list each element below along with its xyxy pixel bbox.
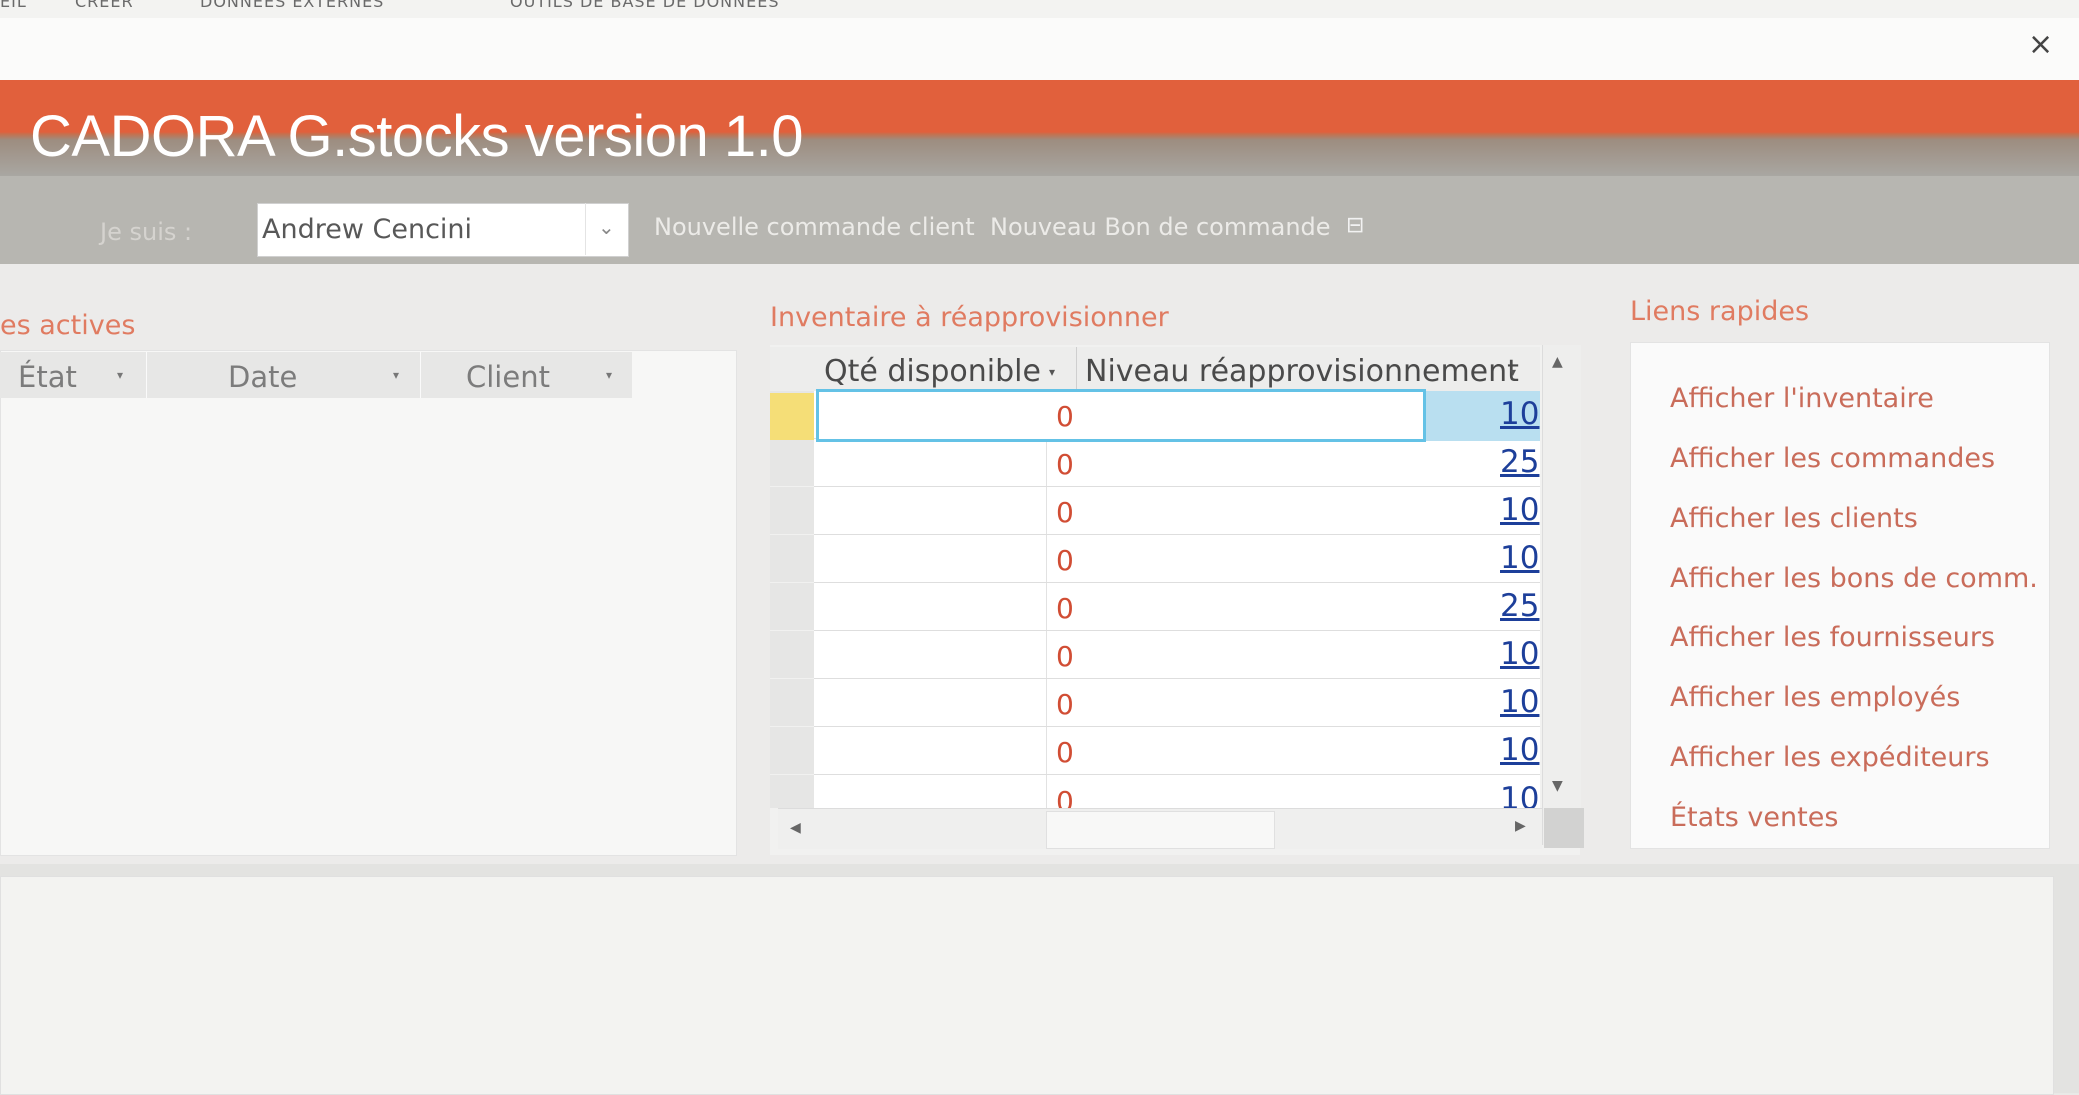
- column-header-qty[interactable]: Qté disponible: [824, 354, 1041, 389]
- user-combobox-value[interactable]: Andrew Cencini: [262, 214, 472, 245]
- table-row[interactable]: [770, 727, 1540, 775]
- partial-row-clip: 0 10: [1000, 775, 1540, 808]
- reorder-level-cell[interactable]: 10: [1500, 684, 1539, 720]
- current-record-marker: [770, 393, 814, 440]
- reorder-level-cell[interactable]: 10: [1500, 732, 1539, 768]
- column-divider: [1076, 347, 1077, 391]
- close-icon[interactable]: ×: [2028, 30, 2053, 60]
- qty-cell[interactable]: 0: [1056, 544, 1074, 577]
- app-title: CADORA G.stocks version 1.0: [30, 104, 803, 169]
- quick-links-title: Liens rapides: [1630, 296, 1810, 327]
- scroll-up-icon[interactable]: ▲: [1552, 354, 1563, 370]
- table-row[interactable]: [770, 583, 1540, 631]
- column-header-reorder-level[interactable]: Niveau réapprovisionnement: [1085, 354, 1519, 389]
- ribbon-tab[interactable]: EIL: [0, 0, 27, 11]
- qty-cell[interactable]: 0: [1056, 400, 1074, 433]
- link-view-suppliers[interactable]: Afficher les fournisseurs: [1670, 622, 1995, 653]
- reorder-level-cell[interactable]: 25: [1500, 444, 1539, 480]
- table-row[interactable]: [770, 679, 1540, 727]
- qty-cell[interactable]: 0: [1056, 688, 1074, 721]
- form-icon[interactable]: ⊟: [1346, 213, 1364, 238]
- title-bar: [0, 18, 2079, 80]
- chevron-down-icon: ⌄: [598, 215, 615, 239]
- column-header-etat[interactable]: État: [18, 360, 77, 394]
- ribbon-tab[interactable]: CRÉER: [75, 0, 134, 11]
- combobox-dropdown-button[interactable]: ⌄: [585, 203, 628, 255]
- table-row[interactable]: [770, 535, 1540, 583]
- sort-arrow-icon[interactable]: ▾: [606, 368, 612, 382]
- link-view-inventory[interactable]: Afficher l'inventaire: [1670, 383, 1934, 414]
- sort-arrow-icon[interactable]: ▾: [393, 368, 399, 382]
- scrollbar-corner: [1544, 808, 1584, 848]
- table-row[interactable]: [770, 487, 1540, 535]
- new-purchase-order-link[interactable]: Nouveau Bon de commande: [990, 213, 1331, 241]
- sort-arrow-icon[interactable]: ▾: [1510, 365, 1516, 379]
- table-row[interactable]: [770, 439, 1540, 487]
- reorder-level-cell[interactable]: 10: [1500, 540, 1539, 576]
- reorder-level-cell[interactable]: 25: [1500, 588, 1539, 624]
- ribbon-tab[interactable]: DONNÉES EXTERNES: [200, 0, 384, 11]
- reorder-level-cell[interactable]: 10: [1500, 396, 1539, 432]
- link-view-shippers[interactable]: Afficher les expéditeurs: [1670, 742, 1990, 773]
- qty-cell[interactable]: 0: [1056, 736, 1074, 769]
- qty-cell[interactable]: 0: [1056, 448, 1074, 481]
- sort-arrow-icon[interactable]: ▾: [117, 368, 123, 382]
- link-view-purchase-orders[interactable]: Afficher les bons de comm.: [1670, 563, 2038, 594]
- reorder-level-cell[interactable]: 10: [1500, 636, 1539, 672]
- bottom-panel: [0, 876, 2054, 1095]
- user-label: Je suis :: [100, 218, 193, 246]
- reorder-level-cell[interactable]: 10: [1500, 492, 1539, 528]
- qty-cell[interactable]: 0: [1056, 640, 1074, 673]
- active-orders-list: [0, 350, 737, 856]
- column-header-client[interactable]: Client: [466, 360, 550, 394]
- horizontal-scroll-thumb[interactable]: [1046, 811, 1275, 849]
- reorder-level-cell[interactable]: 10: [1500, 781, 1539, 808]
- qty-cell[interactable]: 0: [1056, 785, 1074, 808]
- focused-cell[interactable]: [816, 389, 1426, 442]
- scroll-left-icon[interactable]: ◀: [790, 820, 801, 836]
- active-orders-title: es actives: [0, 310, 136, 341]
- link-view-employees[interactable]: Afficher les employés: [1670, 682, 1960, 713]
- ribbon-tab[interactable]: OUTILS DE BASE DE DONNÉES: [510, 0, 779, 11]
- link-view-orders[interactable]: Afficher les commandes: [1670, 443, 1995, 474]
- column-divider: [420, 352, 421, 398]
- scroll-down-icon[interactable]: ▼: [1552, 778, 1563, 794]
- column-header-date[interactable]: Date: [228, 360, 297, 394]
- qty-cell[interactable]: 0: [1056, 592, 1074, 625]
- ribbon-strip: EIL CRÉER DONNÉES EXTERNES OUTILS DE BAS…: [0, 0, 2079, 18]
- sort-arrow-icon[interactable]: ▾: [1049, 365, 1055, 379]
- table-row[interactable]: [770, 631, 1540, 679]
- link-sales-reports[interactable]: États ventes: [1670, 802, 1838, 833]
- inventory-title: Inventaire à réapprovisionner: [770, 302, 1169, 333]
- column-divider: [146, 352, 147, 398]
- scroll-right-icon[interactable]: ▶: [1515, 818, 1526, 834]
- link-view-clients[interactable]: Afficher les clients: [1670, 503, 1918, 534]
- qty-cell[interactable]: 0: [1056, 496, 1074, 529]
- vertical-scrollbar[interactable]: [1542, 345, 1581, 845]
- new-client-order-link[interactable]: Nouvelle commande client: [654, 213, 975, 241]
